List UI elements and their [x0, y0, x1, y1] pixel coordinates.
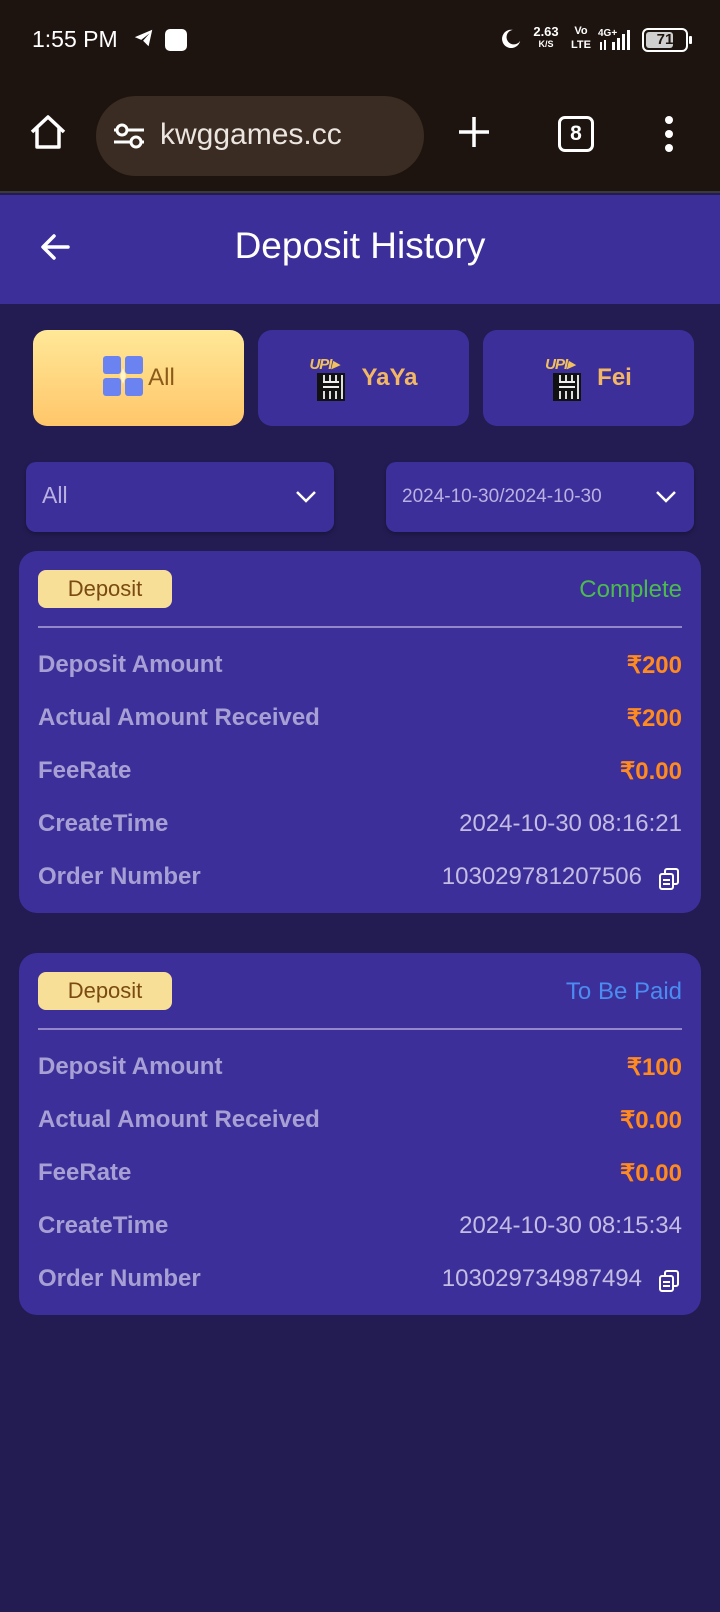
- type-badge: Deposit: [38, 570, 172, 608]
- copy-icon[interactable]: [658, 867, 680, 896]
- date-range-select[interactable]: 2024-10-30/2024-10-30: [386, 462, 694, 532]
- svg-text:4G+: 4G+: [598, 28, 617, 39]
- network-speed: 2.63 K/S: [533, 24, 559, 49]
- fee-rate-value: ₹0.00: [620, 1160, 682, 1187]
- deposit-amount-value: ₹100: [626, 1054, 682, 1081]
- battery-icon: 71: [642, 28, 692, 52]
- fee-rate-value: ₹0.00: [620, 758, 682, 785]
- row-label: Actual Amount Received: [38, 704, 320, 731]
- copy-icon[interactable]: [658, 1269, 680, 1298]
- status-time: 1:55 PM: [32, 26, 118, 52]
- create-time-value: 2024-10-30 08:15:34: [459, 1212, 682, 1239]
- status-label: To Be Paid: [565, 978, 682, 1005]
- grid-icon: [102, 355, 144, 402]
- deposit-record-card: Deposit To Be Paid Deposit Amount ₹100 A…: [19, 953, 701, 1315]
- more-menu-icon[interactable]: [662, 114, 676, 159]
- upi-qr-icon: UPI▸: [309, 355, 355, 401]
- actual-received-row: Actual Amount Received ₹200: [38, 704, 682, 738]
- page-title: Deposit History: [234, 225, 486, 266]
- create-time-row: CreateTime 2024-10-30 08:15:34: [38, 1212, 682, 1246]
- order-number-value: 103029734987494: [441, 1265, 642, 1292]
- row-label: FeeRate: [38, 1159, 132, 1186]
- actual-received-value: ₹200: [626, 705, 682, 732]
- row-label: Order Number: [38, 1265, 201, 1292]
- page-header: Deposit History: [0, 195, 720, 304]
- row-label: Actual Amount Received: [38, 1106, 320, 1133]
- order-number-row: Order Number 103029781207506: [38, 863, 682, 897]
- row-label: Deposit Amount: [38, 651, 223, 678]
- address-bar[interactable]: kwggames.cc: [96, 96, 424, 176]
- chevron-down-icon: [294, 484, 318, 513]
- volte-indicator: Vo LTE: [571, 25, 591, 51]
- fee-rate-row: FeeRate ₹0.00: [38, 1159, 682, 1193]
- telegram-icon: [133, 27, 155, 54]
- signal-icon: 4G+: [598, 26, 632, 57]
- moon-icon: [500, 28, 522, 55]
- tab-label: Fei: [597, 364, 632, 391]
- app-notification-icon: [165, 29, 187, 51]
- status-filter-select[interactable]: All: [26, 462, 334, 532]
- status-filter-value: All: [42, 482, 68, 508]
- deposit-amount-value: ₹200: [626, 652, 682, 679]
- deposit-record-card: Deposit Complete Deposit Amount ₹200 Act…: [19, 551, 701, 913]
- tab-count-button[interactable]: 8: [558, 116, 594, 152]
- home-icon[interactable]: [28, 112, 68, 157]
- tab-label: All: [148, 364, 175, 391]
- order-number-value: 103029781207506: [441, 863, 642, 890]
- deposit-amount-row: Deposit Amount ₹200: [38, 651, 682, 685]
- fee-rate-row: FeeRate ₹0.00: [38, 757, 682, 791]
- tab-yaya[interactable]: UPI▸ YaYa: [258, 330, 469, 426]
- tab-label: YaYa: [361, 364, 418, 391]
- chevron-down-icon: [654, 484, 678, 513]
- row-label: CreateTime: [38, 1212, 169, 1239]
- browser-toolbar: kwggames.cc 8: [0, 82, 720, 193]
- site-settings-icon[interactable]: [112, 123, 146, 154]
- row-label: Deposit Amount: [38, 1053, 223, 1080]
- row-label: Order Number: [38, 863, 201, 890]
- upi-qr-icon: UPI▸: [545, 355, 591, 401]
- status-bar: 1:55 PM 2.63 K/S Vo LTE 4G+ 71: [0, 0, 720, 82]
- actual-received-value: ₹0.00: [620, 1107, 682, 1134]
- divider: [38, 1028, 682, 1030]
- tab-fei[interactable]: UPI▸ Fei: [483, 330, 694, 426]
- order-number-row: Order Number 103029734987494: [38, 1265, 682, 1299]
- create-time-value: 2024-10-30 08:16:21: [459, 810, 682, 837]
- deposit-amount-row: Deposit Amount ₹100: [38, 1053, 682, 1087]
- actual-received-row: Actual Amount Received ₹0.00: [38, 1106, 682, 1140]
- row-label: CreateTime: [38, 810, 169, 837]
- type-badge: Deposit: [38, 972, 172, 1010]
- tab-all[interactable]: All: [33, 330, 244, 426]
- row-label: FeeRate: [38, 757, 132, 784]
- date-range-value: 2024-10-30/2024-10-30: [402, 486, 602, 507]
- new-tab-icon[interactable]: [456, 114, 492, 155]
- url-text: kwggames.cc: [160, 118, 342, 151]
- status-label: Complete: [579, 576, 682, 603]
- create-time-row: CreateTime 2024-10-30 08:16:21: [38, 810, 682, 844]
- divider: [38, 626, 682, 628]
